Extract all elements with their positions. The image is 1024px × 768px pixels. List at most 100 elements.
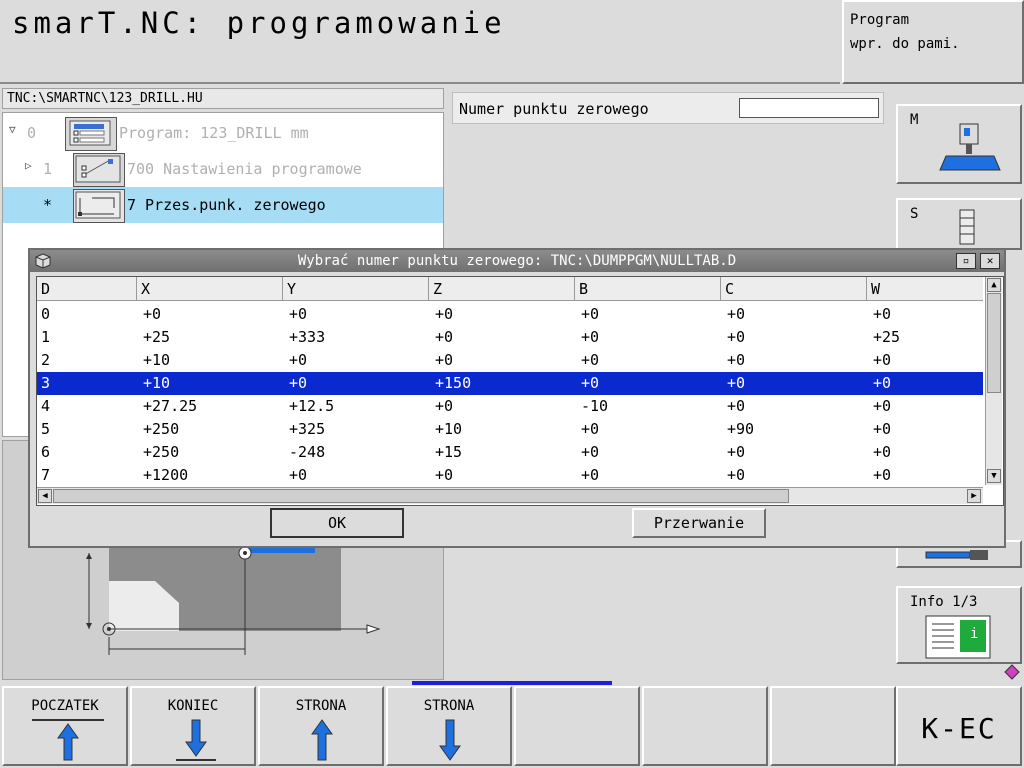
scroll-right-icon[interactable]: ▶	[967, 489, 981, 503]
dialog-titlebar[interactable]: Wybrać numer punktu zerowego: TNC:\DUMPP…	[30, 250, 1004, 272]
table-row[interactable]: 0 +0 +0 +0 +0 +0 +0	[37, 303, 983, 326]
table-cell: -248	[289, 443, 326, 461]
s-key-label: S	[910, 206, 919, 222]
vertical-scrollbar[interactable]: ▲ ▼	[985, 277, 1002, 485]
zero-point-label: Numer punktu zerowego	[459, 100, 649, 118]
table-row[interactable]: 3 +10 +0 +150 +0 +0 +0	[37, 372, 983, 395]
tree-item-marker: *	[43, 196, 53, 214]
table-cell: +10	[143, 351, 171, 369]
program-thumbnail-icon	[65, 117, 117, 151]
table-cell: +333	[289, 328, 326, 346]
table-cell: 5	[41, 420, 51, 438]
table-cell: +12.5	[289, 397, 335, 415]
table-cell: +0	[727, 374, 746, 392]
spindle-speed-icon	[959, 209, 975, 245]
ok-button[interactable]: OK	[270, 508, 404, 538]
arrow-down-to-bottom-icon	[176, 719, 216, 761]
softkey-page-indicator	[412, 681, 612, 685]
column-header[interactable]: Z	[429, 277, 575, 301]
column-header[interactable]: Y	[283, 277, 429, 301]
begin-key-label: POCZATEK	[31, 698, 99, 714]
zero-shift-thumbnail-icon	[73, 189, 125, 223]
table-cell: 2	[41, 351, 51, 369]
column-header[interactable]: D	[37, 277, 137, 301]
cancel-button[interactable]: Przerwanie	[632, 508, 766, 538]
table-row[interactable]: 5 +250 +325 +10 +0 +90 +0	[37, 418, 983, 441]
zero-point-input[interactable]	[739, 98, 879, 118]
end-key[interactable]: KONIEC	[130, 686, 256, 766]
table-row[interactable]: 7 +1200 +0 +0 +0 +0 +0	[37, 464, 983, 487]
table-cell: +0	[727, 351, 746, 369]
softkey-empty-6[interactable]	[642, 686, 768, 766]
tree-item-label: 7 Przes.punk. zerowego	[127, 196, 326, 214]
tree-item-number: 1	[43, 160, 53, 178]
table-cell: +0	[581, 351, 600, 369]
zero-point-table[interactable]: D X Y Z B C W 0 +0 +0 +0 +0 +0 +0 1 +25 +333 +0 +0 +…	[36, 276, 1004, 506]
column-header[interactable]: C	[721, 277, 867, 301]
table-cell: +0	[727, 328, 746, 346]
scroll-up-icon[interactable]: ▲	[987, 278, 1001, 292]
table-cell: 3	[41, 374, 51, 392]
table-cell: +0	[289, 466, 308, 484]
scroll-down-icon[interactable]: ▼	[987, 469, 1001, 483]
end-edit-key-label: K-EC	[921, 712, 997, 745]
collapse-icon[interactable]: ▽	[9, 123, 16, 136]
tree-item-program[interactable]: ▽ 0 Program: 123_DRILL mm	[3, 115, 443, 151]
table-cell: +0	[581, 328, 600, 346]
tree-item-label: Program: 123_DRILL mm	[119, 124, 309, 142]
expand-icon[interactable]: ▷	[25, 159, 32, 172]
table-cell: +15	[435, 443, 463, 461]
horizontal-scrollbar[interactable]: ◀ ▶	[37, 487, 983, 504]
table-cell: +0	[435, 305, 454, 323]
table-cell: +0	[143, 305, 162, 323]
table-cell: +27.25	[143, 397, 198, 415]
table-cell: +0	[289, 305, 308, 323]
table-cell: +25	[143, 328, 171, 346]
table-cell: +0	[727, 443, 746, 461]
close-icon[interactable]: ✕	[980, 253, 1000, 269]
page-up-key-label: STRONA	[295, 698, 347, 714]
table-cell: +0	[873, 374, 892, 392]
table-cell: 4	[41, 397, 51, 415]
vertical-scroll-thumb[interactable]	[987, 293, 1001, 393]
table-cell: +0	[727, 397, 746, 415]
table-cell: +0	[727, 466, 746, 484]
table-cell: -10	[581, 397, 609, 415]
table-row[interactable]: 1 +25 +333 +0 +0 +0 +25	[37, 326, 983, 349]
table-cell: 6	[41, 443, 51, 461]
table-row[interactable]: 2 +10 +0 +0 +0 +0 +0	[37, 349, 983, 372]
table-cell: +325	[289, 420, 326, 438]
begin-key[interactable]: POCZATEK	[2, 686, 128, 766]
table-row[interactable]: 6 +250 -248 +15 +0 +0 +0	[37, 441, 983, 464]
table-cell: +10	[143, 374, 171, 392]
table-cell: 0	[41, 305, 51, 323]
scroll-left-icon[interactable]: ◀	[38, 489, 52, 503]
table-cell: +150	[435, 374, 472, 392]
app-title: smarT.NC: programowanie	[12, 6, 506, 40]
table-cell: +0	[435, 397, 454, 415]
column-header[interactable]: X	[137, 277, 283, 301]
page-down-key[interactable]: STRONA	[386, 686, 512, 766]
table-cell: +0	[581, 466, 600, 484]
table-cell: 7	[41, 466, 51, 484]
end-edit-key[interactable]: K-EC	[896, 686, 1022, 766]
s-function-key[interactable]: S	[896, 198, 1022, 250]
table-cell: +0	[289, 374, 308, 392]
info-key[interactable]: Info 1/3 i	[896, 586, 1022, 664]
column-header[interactable]: W	[867, 277, 983, 301]
page-up-key[interactable]: STRONA	[258, 686, 384, 766]
tree-item-number: 0	[27, 124, 37, 142]
column-header[interactable]: B	[575, 277, 721, 301]
table-cell: +0	[873, 466, 892, 484]
softkey-empty-7[interactable]	[770, 686, 896, 766]
horizontal-scroll-thumb[interactable]	[53, 489, 789, 503]
table-cell: +0	[435, 328, 454, 346]
tree-item-zero-shift[interactable]: * 7 Przes.punk. zerowego	[3, 187, 443, 223]
table-row[interactable]: 4 +27.25 +12.5 +0 -10 +0 +0	[37, 395, 983, 418]
arrow-up-to-top-icon	[32, 719, 104, 761]
m-function-key[interactable]: M	[896, 104, 1022, 184]
maximize-icon[interactable]: ▫	[956, 253, 976, 269]
softkey-empty-5[interactable]	[514, 686, 640, 766]
tree-item-settings[interactable]: ▷ 1 700 Nastawienia programowe	[3, 151, 443, 187]
table-cell: +0	[873, 351, 892, 369]
